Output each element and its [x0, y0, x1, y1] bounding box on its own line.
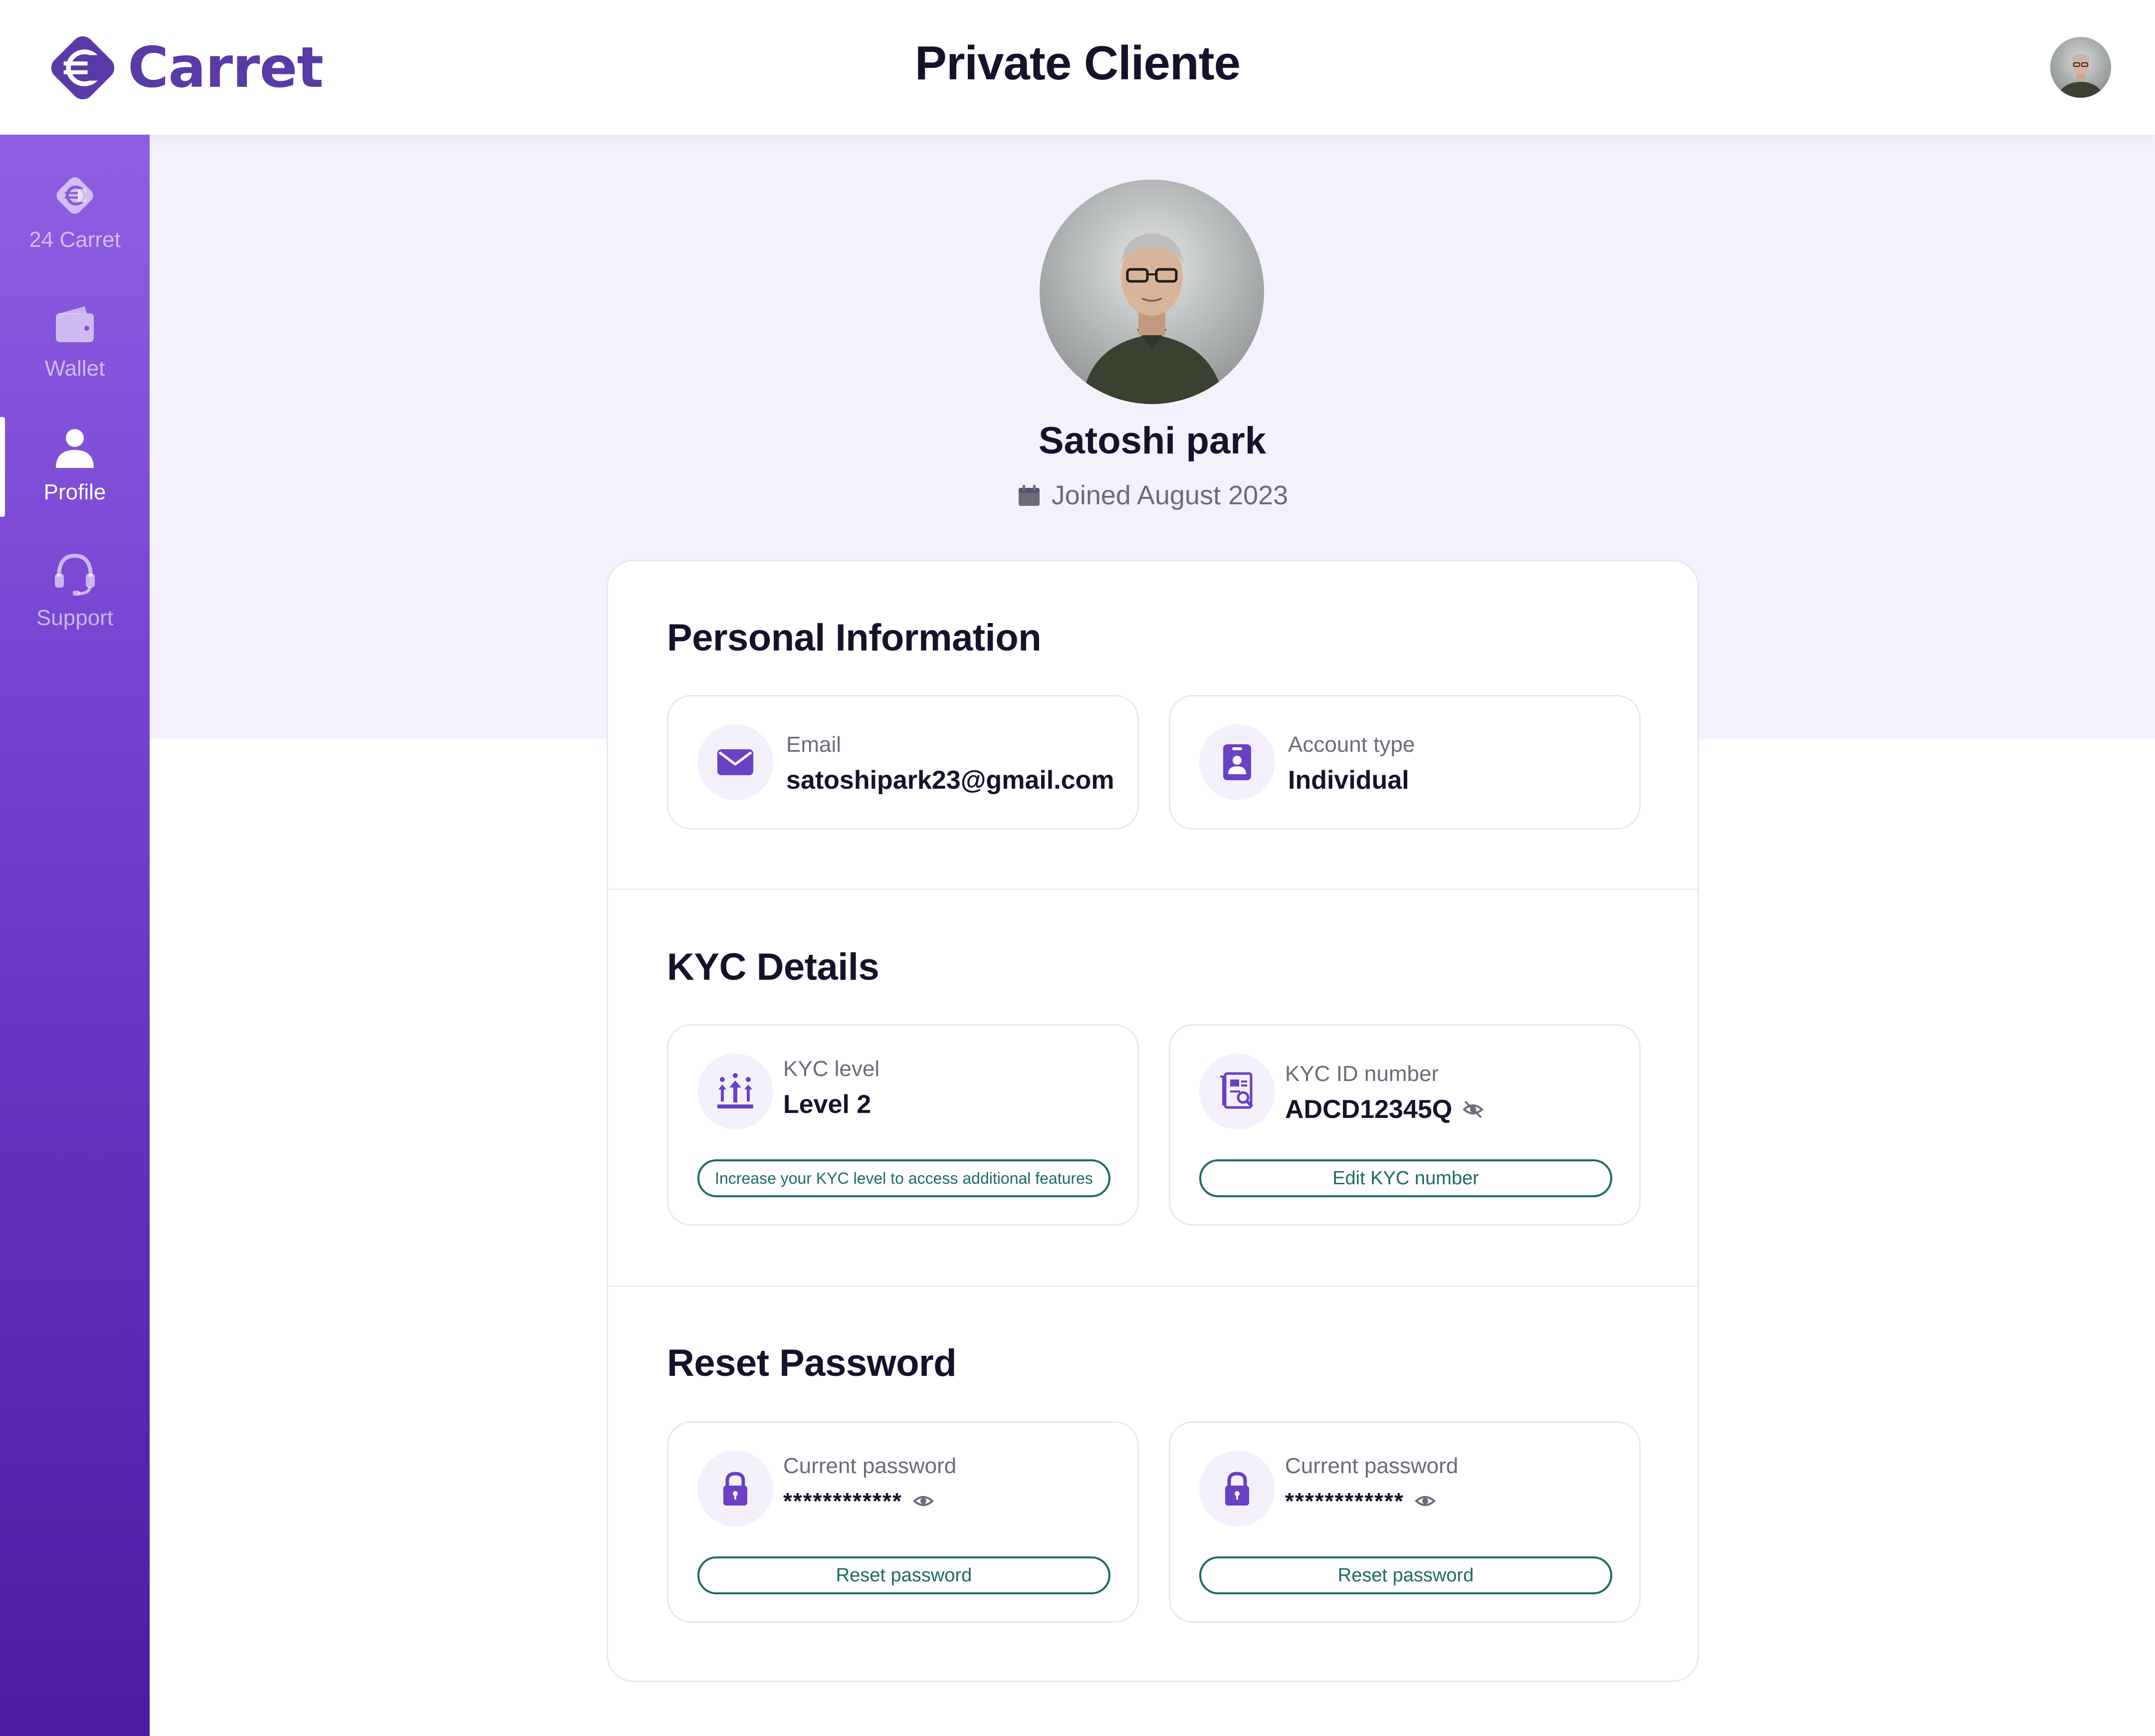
- kyc-level-card: KYC level Level 2 Increase your KYC leve…: [667, 1024, 1139, 1226]
- section-title-personal-info: Personal Information: [667, 617, 1042, 659]
- top-header: Carret Private Cliente: [0, 0, 2155, 135]
- reset-password-button[interactable]: Reset password: [697, 1556, 1110, 1594]
- sidebar-item-label: 24 Carret: [29, 227, 121, 252]
- sidebar: 24 Carret Wallet Profile Support: [0, 135, 150, 1736]
- joined-date: Joined August 2023: [953, 480, 1352, 511]
- password-card: Current password ************ Reset pass…: [1169, 1421, 1641, 1623]
- sidebar-item-profile[interactable]: Profile: [0, 417, 150, 523]
- password-card: Current password ************ Reset pass…: [667, 1421, 1139, 1623]
- sidebar-item-label: Support: [36, 606, 114, 630]
- carret-logo-icon: [51, 36, 115, 100]
- profile-name: Satoshi park: [1038, 420, 1267, 462]
- eye-icon[interactable]: [1414, 1490, 1436, 1512]
- id-badge-icon: [1223, 744, 1251, 780]
- lock-icon: [723, 1472, 747, 1506]
- kyc-id-label: KYC ID number: [1285, 1062, 1439, 1086]
- section-divider: [608, 1286, 1698, 1287]
- lock-icon-wrapper: [697, 1451, 773, 1526]
- email-value: satoshipark23@gmail.com: [786, 766, 1114, 795]
- level-up-icon: [717, 1073, 753, 1108]
- email-icon: [717, 749, 753, 775]
- section-divider: [608, 888, 1698, 890]
- profile-details-panel: Personal Information Email satoshipark23…: [607, 560, 1699, 1682]
- section-title-reset-password: Reset Password: [667, 1342, 957, 1384]
- kyc-level-value: Level 2: [783, 1090, 871, 1119]
- lock-icon: [1225, 1472, 1249, 1506]
- email-label: Email: [786, 732, 842, 757]
- password-value-row: ************: [1285, 1488, 1436, 1515]
- page-title: Private Cliente: [915, 36, 1241, 90]
- lock-icon-wrapper: [1199, 1451, 1275, 1526]
- password-value: ************: [783, 1488, 902, 1514]
- eye-off-icon[interactable]: [1462, 1098, 1484, 1120]
- email-icon-wrapper: [697, 724, 773, 800]
- active-indicator: [0, 417, 5, 517]
- password-value-row: ************: [783, 1488, 934, 1515]
- kyc-id-icon-wrapper: [1199, 1054, 1275, 1129]
- password-label: Current password: [783, 1454, 957, 1478]
- carret-logo-icon: [56, 177, 93, 214]
- kyc-level-icon-wrapper: [697, 1054, 773, 1129]
- kyc-id-value-row: ADCD12345Q: [1285, 1094, 1484, 1124]
- account-type-label: Account type: [1288, 732, 1415, 757]
- profile-photo[interactable]: [1040, 180, 1264, 404]
- brand-logo[interactable]: Carret: [43, 28, 324, 108]
- sidebar-item-24-carret[interactable]: 24 Carret: [0, 171, 150, 270]
- sidebar-item-wallet[interactable]: Wallet: [0, 299, 150, 399]
- avatar[interactable]: [2050, 37, 2111, 98]
- kyc-id-card: KYC ID number ADCD12345Q Edit KYC number: [1169, 1024, 1641, 1226]
- user-icon: [56, 429, 94, 468]
- brand-name: Carret: [128, 35, 324, 100]
- calendar-icon: [1018, 485, 1040, 506]
- eye-icon[interactable]: [912, 1490, 934, 1512]
- reset-password-button[interactable]: Reset password: [1199, 1556, 1612, 1594]
- edit-kyc-number-button[interactable]: Edit KYC number: [1199, 1159, 1612, 1197]
- account-type-value: Individual: [1288, 766, 1409, 795]
- kyc-id-value: ADCD12345Q: [1285, 1095, 1453, 1124]
- increase-kyc-level-button[interactable]: Increase your KYC level to access additi…: [697, 1159, 1110, 1197]
- section-title-kyc: KYC Details: [667, 946, 879, 988]
- sidebar-item-support[interactable]: Support: [0, 549, 150, 649]
- sidebar-item-label: Wallet: [44, 356, 105, 381]
- account-icon-wrapper: [1199, 724, 1275, 800]
- kyc-level-label: KYC level: [783, 1057, 880, 1081]
- joined-text: Joined August 2023: [1051, 480, 1289, 510]
- wallet-icon: [56, 306, 94, 342]
- headset-icon: [55, 553, 95, 596]
- email-card: Email satoshipark23@gmail.com: [667, 695, 1139, 830]
- account-type-card: Account type Individual: [1169, 695, 1641, 830]
- document-search-icon: [1220, 1072, 1254, 1109]
- sidebar-item-label: Profile: [43, 480, 106, 504]
- password-label: Current password: [1285, 1454, 1459, 1478]
- password-value: ************: [1285, 1488, 1404, 1514]
